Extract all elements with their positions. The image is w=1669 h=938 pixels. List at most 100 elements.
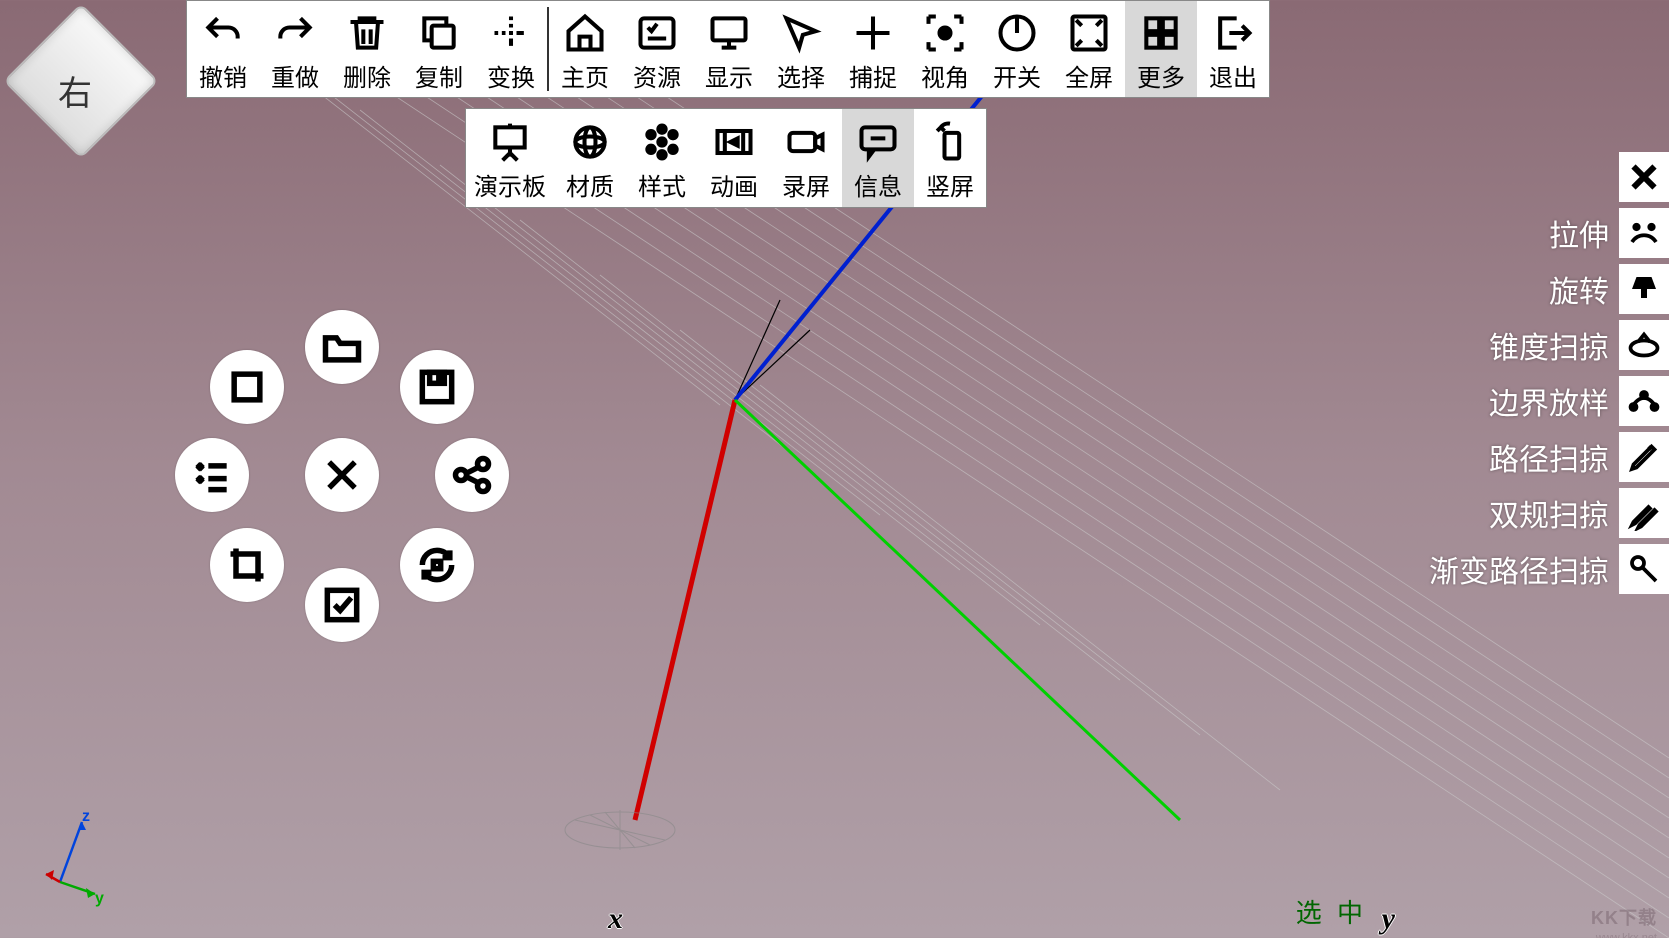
loft-icon [1626,383,1662,419]
share-icon [450,453,494,497]
y-axis-label: y [95,890,104,908]
undo-button[interactable]: 撤销 [187,1,259,97]
radial-refresh-button[interactable] [400,528,474,602]
snap-button[interactable]: 捕捉 [837,1,909,97]
close-icon [1626,159,1662,195]
cursor-icon [779,8,823,58]
crop-icon [225,543,269,587]
redo-icon [273,8,317,58]
view-cube-face-label: 右 [58,66,92,115]
home-button[interactable]: 主页 [549,1,621,97]
gradient-sweep-button[interactable] [1619,544,1669,594]
more-button[interactable]: 更多 [1125,1,1197,97]
radial-share-button[interactable] [435,438,509,512]
origin-x-label: x [608,902,623,936]
list-check-icon [635,8,679,58]
redo-button[interactable]: 重做 [259,1,331,97]
tasklist-icon [190,453,234,497]
info-button[interactable]: 信息 [842,109,914,207]
tool-label: 旋转 [1549,267,1609,311]
fullscreen-button[interactable]: 全屏 [1053,1,1125,97]
trash-icon [345,8,389,58]
camera-icon [784,117,828,167]
assets-button[interactable]: 资源 [621,1,693,97]
tool-label: 双规扫掠 [1489,491,1609,535]
square-icon [225,365,269,409]
expand-icon [1067,8,1111,58]
taper-sweep-button[interactable] [1619,320,1669,370]
tool-label: 路径扫掠 [1489,435,1609,479]
z-axis-label: z [82,808,90,826]
tool-label: 锥度扫掠 [1489,323,1609,367]
record-button[interactable]: 录屏 [770,109,842,207]
delete-button[interactable]: 删除 [331,1,403,97]
easel-icon [488,117,532,167]
presentation-button[interactable]: 演示板 [466,109,554,207]
style-button[interactable]: 样式 [626,109,698,207]
home-icon [563,8,607,58]
undo-icon [201,8,245,58]
logout-icon [1211,8,1255,58]
close-icon [320,453,364,497]
monitor-icon [707,8,751,58]
exit-button[interactable]: 退出 [1197,1,1269,97]
double-pencil-icon [1626,495,1662,531]
material-button[interactable]: 材质 [554,109,626,207]
refresh-icon [415,543,459,587]
sub-toolbar: 演示板 材质 样式 动画 录屏 信息 竖屏 [465,108,987,208]
radial-menu [150,310,530,640]
x-axis [635,400,735,820]
right-tool-panel: 拉伸 旋转 锥度扫掠 边界放样 路径扫掠 双规扫掠 渐变路径扫掠 [1429,152,1669,594]
radial-tasklist-button[interactable] [175,438,249,512]
checkbox-icon [320,583,364,627]
radial-open-button[interactable] [305,310,379,384]
pencil-icon [1626,439,1662,475]
tool-label: 渐变路径扫掠 [1429,547,1609,591]
sphere-icon [568,117,612,167]
transform-button[interactable]: 变换 [475,1,547,97]
snowflake-icon [640,117,684,167]
radial-new-button[interactable] [210,350,284,424]
origin-y-label: y [1382,902,1395,936]
watermark-brand: KK下载 [1591,904,1657,930]
radial-save-button[interactable] [400,350,474,424]
main-toolbar: 撤销 重做 删除 复制 变换 主页 资源 显示 [186,0,1270,98]
portrait-button[interactable]: 竖屏 [914,109,986,207]
power-icon [995,8,1039,58]
ring-icon [1626,327,1662,363]
animation-button[interactable]: 动画 [698,109,770,207]
path-sweep-button[interactable] [1619,432,1669,482]
rotate-device-icon [928,117,972,167]
transform-icon [489,8,533,58]
view-cube[interactable]: 右 [8,8,143,143]
film-icon [712,117,756,167]
eye-focus-icon [923,8,967,58]
grid-icon [1139,8,1183,58]
copy-button[interactable]: 复制 [403,1,475,97]
radial-crop-button[interactable] [210,528,284,602]
display-button[interactable]: 显示 [693,1,765,97]
watermark-url: www.kkx.net [1596,932,1657,938]
crosshair-icon [851,8,895,58]
extrude-icon [1626,215,1662,251]
loft-button[interactable] [1619,376,1669,426]
chat-icon [856,117,900,167]
toggle-button[interactable]: 开关 [981,1,1053,97]
extrude-button[interactable] [1619,208,1669,258]
save-icon [415,365,459,409]
axis-tripod: z y [40,812,110,902]
wand-icon [1626,551,1662,587]
panel-close-button[interactable] [1619,152,1669,202]
radial-close-button[interactable] [305,438,379,512]
copy-icon [417,8,461,58]
lamp-icon [1626,271,1662,307]
select-button[interactable]: 选择 [765,1,837,97]
revolve-button[interactable] [1619,264,1669,314]
tool-label: 边界放样 [1489,379,1609,423]
y-axis [735,400,1180,820]
tool-label: 拉伸 [1549,211,1609,255]
view-button[interactable]: 视角 [909,1,981,97]
radial-confirm-button[interactable] [305,568,379,642]
dual-sweep-button[interactable] [1619,488,1669,538]
selection-status: 选 中 [1296,893,1367,930]
